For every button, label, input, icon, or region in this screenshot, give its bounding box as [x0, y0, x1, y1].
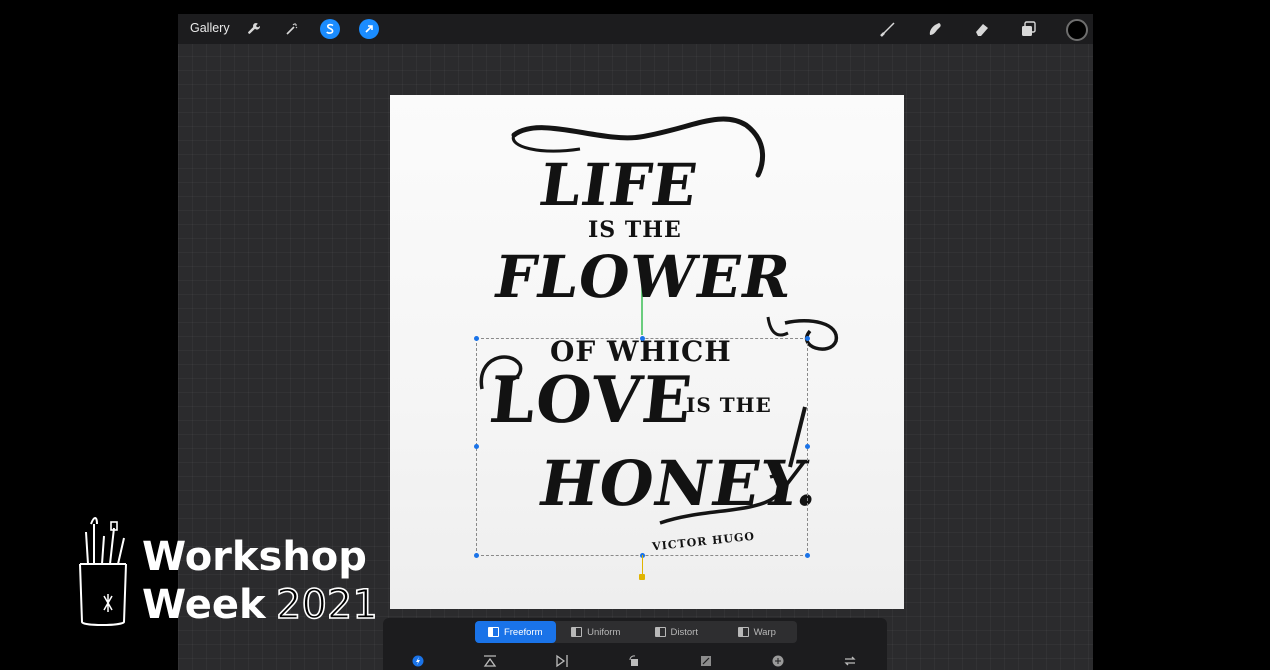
- workshop-week-overlay: Workshop Week 2021: [74, 514, 394, 634]
- wrench-icon[interactable]: [244, 19, 264, 39]
- fit-to-screen-icon[interactable]: [698, 653, 714, 669]
- interpolation-icon[interactable]: [770, 653, 786, 669]
- uniform-icon: [571, 627, 583, 637]
- mode-warp[interactable]: Warp: [717, 621, 798, 643]
- brush-icon[interactable]: [878, 19, 898, 39]
- selection-s-icon[interactable]: [320, 19, 340, 39]
- handle-top-right[interactable]: [805, 336, 810, 341]
- brush-cup-logo: [79, 517, 127, 626]
- gallery-button[interactable]: Gallery: [190, 21, 230, 35]
- rotate-icon[interactable]: [626, 653, 642, 669]
- flip-horizontal-icon[interactable]: [482, 653, 498, 669]
- freeform-icon: [487, 627, 499, 637]
- color-icon[interactable]: [1066, 19, 1088, 41]
- warp-icon: [737, 627, 749, 637]
- distort-icon: [654, 627, 666, 637]
- mode-uniform[interactable]: Uniform: [556, 621, 637, 643]
- overlay-subtitle: Week: [142, 582, 266, 628]
- handle-top-left[interactable]: [474, 336, 479, 341]
- eraser-icon[interactable]: [972, 19, 992, 39]
- reset-icon[interactable]: [842, 653, 858, 669]
- overlay-title: Workshop: [142, 534, 367, 580]
- magnetics-icon[interactable]: [410, 653, 426, 669]
- word-life: LIFE: [535, 151, 703, 219]
- rotation-handle[interactable]: [639, 574, 645, 580]
- transform-toolbar: Freeform Uniform Distort Warp: [383, 618, 887, 670]
- text-is-the-1: IS THE: [588, 217, 682, 243]
- mode-freeform[interactable]: Freeform: [475, 621, 556, 643]
- handle-top-center[interactable]: [640, 336, 645, 341]
- word-flower: FLOWER: [489, 243, 798, 311]
- handle-bottom-left[interactable]: [474, 553, 479, 558]
- rotation-handle-stem: [642, 555, 643, 575]
- top-toolbar: Gallery: [178, 14, 1093, 44]
- layers-icon[interactable]: [1019, 19, 1039, 39]
- handle-middle-right[interactable]: [805, 444, 810, 449]
- transform-arrow-icon[interactable]: [359, 19, 379, 39]
- overlay-year: 2021: [275, 581, 378, 629]
- handle-middle-left[interactable]: [474, 444, 479, 449]
- transform-selection-box[interactable]: [474, 336, 810, 558]
- handle-bottom-right[interactable]: [805, 553, 810, 558]
- artwork-canvas[interactable]: LIFE IS THE FLOWER OF WHICH LOVE IS THE …: [390, 95, 904, 609]
- magic-wand-icon[interactable]: [282, 19, 302, 39]
- transform-mode-selector: Freeform Uniform Distort Warp: [475, 621, 797, 643]
- flip-vertical-icon[interactable]: [554, 653, 570, 669]
- mode-distort[interactable]: Distort: [636, 621, 717, 643]
- smudge-icon[interactable]: [925, 19, 945, 39]
